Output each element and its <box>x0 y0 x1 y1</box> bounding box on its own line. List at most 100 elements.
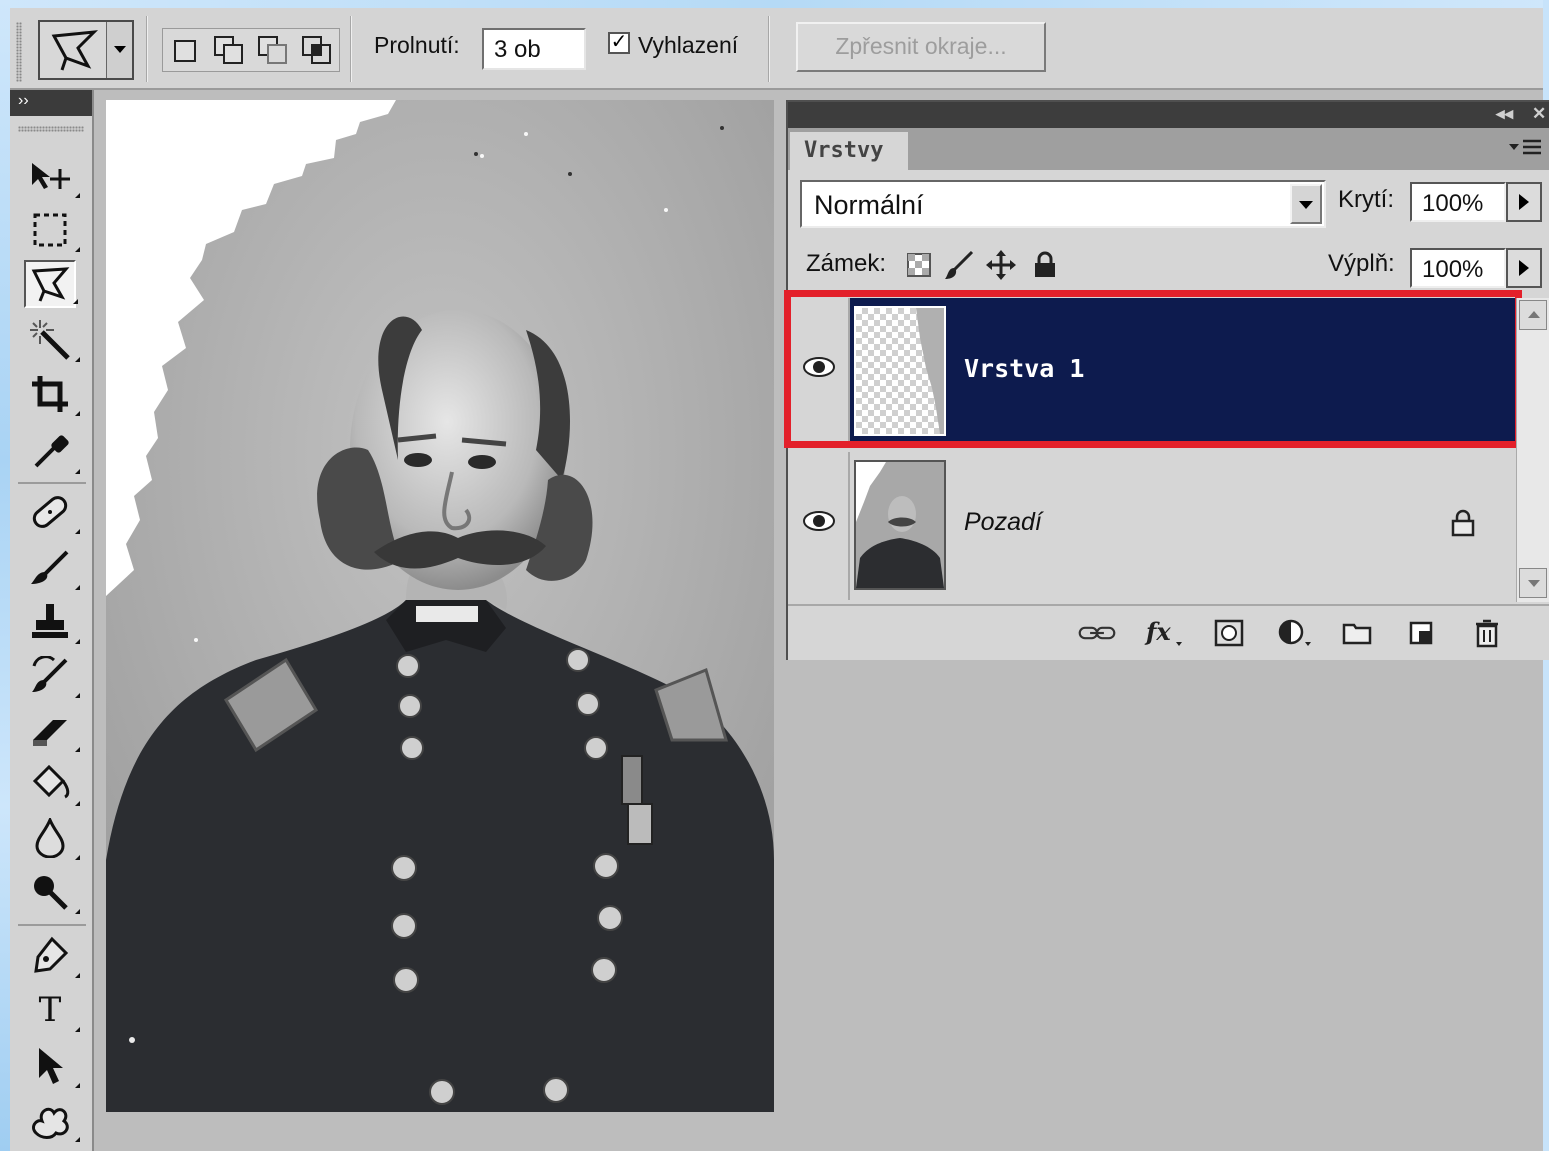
add-to-selection-icon[interactable] <box>211 33 247 67</box>
water-drop-icon <box>35 818 65 858</box>
move-tool[interactable] <box>24 152 80 200</box>
lock-all-padlock-icon[interactable] <box>1030 250 1060 280</box>
close-panel-icon[interactable]: ✕ <box>1532 104 1546 124</box>
opacity-input[interactable]: 100% <box>1410 182 1506 222</box>
layer-thumbnail <box>854 460 946 590</box>
antialias-checkbox[interactable]: ✓ <box>608 32 630 54</box>
highlight-annotation-box <box>784 290 1522 448</box>
layer-visibility-toggle[interactable] <box>790 452 850 600</box>
options-separator <box>350 16 352 82</box>
layers-panel-header[interactable]: ◂◂ ✕ <box>788 102 1549 128</box>
blend-mode-value: Normální <box>814 190 924 220</box>
antialias-label: Vyhlazení <box>638 32 739 58</box>
options-separator <box>146 16 148 82</box>
history-brush-icon <box>32 656 68 692</box>
eraser-tool[interactable] <box>24 706 80 754</box>
collapse-panel-icon[interactable]: ◂◂ <box>1496 104 1513 124</box>
move-icon <box>32 163 70 189</box>
lock-pixels-brush-icon[interactable] <box>944 250 974 280</box>
eraser-icon <box>33 720 67 746</box>
blend-mode-select[interactable]: Normální <box>800 180 1326 228</box>
toolbox: ›› T <box>10 90 94 1151</box>
eye-icon <box>803 511 835 531</box>
polygonal-lasso-icon <box>31 267 70 302</box>
chevron-down-icon[interactable] <box>1290 184 1322 224</box>
custom-shape-tool[interactable] <box>24 1096 80 1144</box>
selection-mode-group <box>162 28 340 72</box>
toolbox-separator <box>18 482 86 484</box>
lock-label: Zámek: <box>806 250 887 277</box>
link-layers-icon[interactable] <box>1078 616 1116 650</box>
arrow-pointer-icon <box>39 1048 63 1084</box>
toolbox-expand-toggle[interactable]: ›› <box>10 90 92 116</box>
magic-wand-icon <box>30 320 70 360</box>
type-tool[interactable]: T <box>24 986 80 1034</box>
opacity-label: Krytí: <box>1338 186 1395 213</box>
subtract-from-selection-icon[interactable] <box>255 33 291 67</box>
brush-tool[interactable] <box>24 544 80 592</box>
brush-icon <box>31 550 69 584</box>
toolbox-separator <box>18 924 86 926</box>
lasso-tool[interactable] <box>24 260 78 308</box>
frame-left-border <box>0 0 10 1151</box>
trash-icon[interactable] <box>1468 616 1506 650</box>
refine-edge-button[interactable]: Zpřesnit okraje... <box>796 22 1046 72</box>
options-separator <box>768 16 770 82</box>
options-bar: Prolnutí: 3 ob ✓ Vyhlazení Zpřesnit okra… <box>10 8 1543 90</box>
rectangular-marquee-icon <box>33 213 67 247</box>
path-selection-tool[interactable] <box>24 1042 80 1090</box>
blur-tool[interactable] <box>24 814 80 862</box>
eyedropper-icon <box>34 435 69 468</box>
new-group-folder-icon[interactable] <box>1338 616 1376 650</box>
paint-bucket-tool[interactable] <box>24 760 80 808</box>
tool-preset-dropdown-arrow[interactable] <box>106 22 132 78</box>
pen-icon <box>34 936 69 973</box>
paint-bucket-icon <box>32 764 70 799</box>
portrait-photo[interactable] <box>106 100 774 1112</box>
dodge-tool[interactable] <box>24 868 80 916</box>
healing-brush-tool[interactable] <box>24 488 80 536</box>
options-bar-grip[interactable] <box>16 22 22 82</box>
layer-style-fx-icon[interactable]: fx <box>1144 616 1182 650</box>
clone-stamp-tool[interactable] <box>24 598 80 646</box>
layer-lock-icon <box>1451 509 1475 537</box>
crop-icon <box>32 376 68 412</box>
polygonal-lasso-icon <box>51 30 99 71</box>
layers-panel-tabs: Vrstvy <box>788 128 1549 172</box>
eyedropper-tool[interactable] <box>24 428 80 476</box>
portrait-image <box>106 100 774 1112</box>
lock-position-move-icon[interactable] <box>986 250 1016 280</box>
svg-text:fx: fx <box>1144 618 1171 646</box>
custom-shape-icon <box>32 1107 69 1139</box>
layers-panel-footer: fx <box>788 604 1549 660</box>
fill-label: Výplň: <box>1328 250 1395 277</box>
intersect-selection-icon[interactable] <box>299 33 335 67</box>
pen-tool[interactable] <box>24 932 80 980</box>
new-selection-icon[interactable] <box>167 33 203 67</box>
layer-name[interactable]: Pozadí <box>964 508 1042 537</box>
frame-top-border <box>0 0 1549 8</box>
magic-wand-tool[interactable] <box>24 316 80 364</box>
layer-row-pozadi[interactable]: Pozadí <box>790 452 1516 600</box>
panel-menu-icon[interactable] <box>1509 138 1543 158</box>
crop-tool[interactable] <box>24 370 80 418</box>
marquee-tool[interactable] <box>24 206 80 254</box>
layers-scrollbar[interactable] <box>1516 298 1549 602</box>
new-layer-icon[interactable] <box>1402 616 1440 650</box>
feather-input[interactable]: 3 ob <box>482 28 586 70</box>
layer-mask-icon[interactable] <box>1210 616 1248 650</box>
scroll-down-arrow[interactable] <box>1519 568 1547 598</box>
fill-input[interactable]: 100% <box>1410 248 1506 288</box>
lock-transparency-icon[interactable] <box>904 250 934 280</box>
dodge-icon <box>34 876 68 910</box>
tool-preset-picker[interactable] <box>38 20 134 80</box>
toolbox-grip[interactable] <box>18 126 84 132</box>
adjustment-layer-icon[interactable] <box>1276 616 1314 650</box>
tab-layers[interactable]: Vrstvy <box>790 132 908 172</box>
fill-slider-arrow[interactable] <box>1506 248 1542 288</box>
layers-panel: ◂◂ ✕ Vrstvy Normální Krytí: 100% Zámek: … <box>784 100 1549 660</box>
scroll-up-arrow[interactable] <box>1519 300 1547 330</box>
opacity-slider-arrow[interactable] <box>1506 182 1542 222</box>
history-brush-tool[interactable] <box>24 652 80 700</box>
layer-row-vrstva-1[interactable]: Vrstva 1 <box>784 290 1522 448</box>
